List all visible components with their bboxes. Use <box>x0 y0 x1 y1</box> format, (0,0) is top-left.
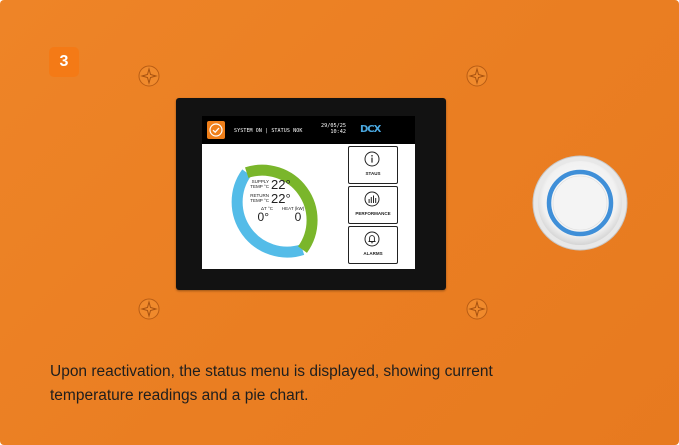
screw-bottom-right-icon <box>466 298 488 320</box>
screw-top-left-icon <box>138 65 160 87</box>
alarms-menu-button[interactable]: ALARMS <box>348 226 398 264</box>
brand-logo: DCX <box>360 124 381 135</box>
status-button-label: STAUS <box>365 171 381 176</box>
supply-label: SUPPLY TEMP °C <box>247 179 269 189</box>
bell-icon <box>364 231 380 247</box>
return-temp-value: 22° <box>271 190 291 206</box>
status-menu-button[interactable]: STAUS <box>348 146 398 184</box>
system-status-text: SYSTEM ON | STATUS NOK <box>234 128 303 134</box>
device-panel: 3 SYSTEM ON | STATUS NOK 29/05/25 10:42 … <box>0 0 679 445</box>
caption-text: Upon reactivation, the status menu is di… <box>50 360 660 408</box>
time-text: 10:42 <box>330 129 346 135</box>
caption-line-1: Upon reactivation, the status menu is di… <box>50 363 493 380</box>
status-bar: SYSTEM ON | STATUS NOK 29/05/25 10:42 DC… <box>202 116 415 144</box>
supply-label-line2: TEMP °C <box>250 183 269 189</box>
screw-top-right-icon <box>466 65 488 87</box>
supply-temp-value: 22° <box>271 176 291 192</box>
heat-value: 0 <box>294 210 302 224</box>
control-knob[interactable] <box>531 154 629 252</box>
step-badge: 3 <box>49 47 79 77</box>
performance-menu-button[interactable]: PERFORMANCE <box>348 186 398 224</box>
bar-chart-icon <box>364 191 380 207</box>
touch-screen[interactable]: SYSTEM ON | STATUS NOK 29/05/25 10:42 DC… <box>202 116 415 269</box>
return-label: RETURN TEMP °C <box>247 193 269 203</box>
temperature-readings: SUPPLY TEMP °C 22° RETURN TEMP °C 22° ΔT °C … <box>247 176 317 224</box>
info-icon <box>364 151 380 167</box>
date-time: 29/05/25 10:42 <box>318 123 346 135</box>
status-check-icon[interactable] <box>207 121 225 139</box>
screw-bottom-left-icon <box>138 298 160 320</box>
return-label-line2: TEMP °C <box>250 197 269 203</box>
caption-line-2: temperature readings and a pie chart. <box>50 387 309 404</box>
delta-value: 0° <box>257 210 269 224</box>
alarms-button-label: ALARMS <box>363 251 383 256</box>
performance-button-label: PERFORMANCE <box>355 211 391 216</box>
